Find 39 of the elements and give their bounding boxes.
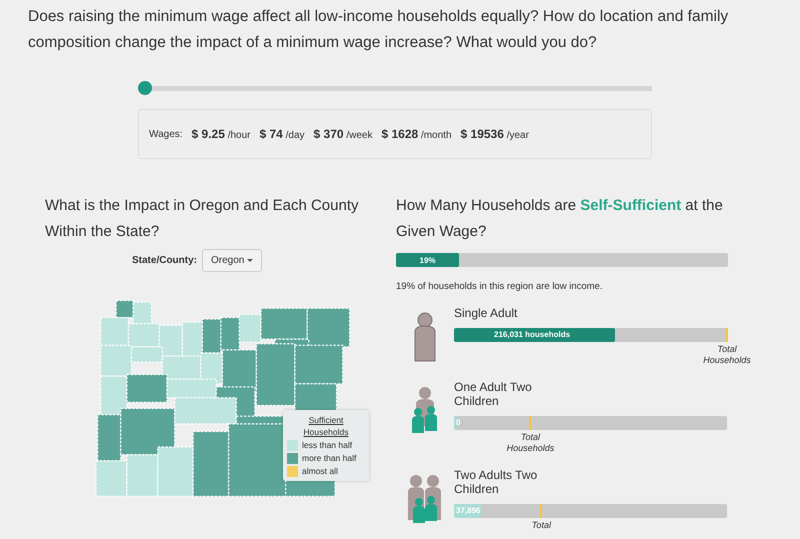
total-label: Households: [506, 443, 554, 454]
total-label: Total: [717, 344, 737, 355]
legend-label: almost all: [302, 466, 338, 477]
wage-unit: /month: [420, 130, 452, 141]
wage-amount: $ 370: [314, 127, 344, 141]
households-heading: How Many Households are Self-Sufficient at the Given Wage?: [396, 196, 724, 242]
bar-label: 216,031 households: [494, 329, 570, 341]
legend-title: Sufficient: [308, 414, 344, 426]
selector-label: State/County:: [132, 255, 197, 266]
wage-unit: /day: [286, 130, 305, 141]
wage-amount: $ 19536: [460, 127, 504, 141]
family-icon: [411, 386, 439, 434]
household-type: One Adult Two Children: [454, 380, 533, 408]
bar-label: 0: [456, 417, 460, 429]
caret-icon: [247, 258, 254, 262]
wage-amount: $ 74: [259, 127, 283, 141]
household-type: Two Adults Two Children: [454, 468, 538, 496]
total-label: Total: [532, 520, 551, 531]
total-label: Households: [703, 355, 751, 366]
state-county-dropdown[interactable]: Oregon: [202, 249, 262, 272]
wage-unit: /week: [346, 130, 372, 141]
legend-label: less than half: [302, 440, 352, 451]
slider-thumb[interactable]: [138, 81, 152, 95]
total-label: Total: [520, 432, 540, 443]
wage-unit: /year: [506, 130, 529, 141]
adult-icon: [412, 312, 438, 362]
wage-unit: /hour: [228, 130, 250, 141]
wage-amount: $ 9.25: [192, 127, 225, 141]
low-income-note: 19% of households in this region are low income.: [396, 281, 604, 292]
wage-amount: $ 1628: [381, 127, 418, 141]
bar-label: 19%: [420, 256, 436, 264]
bar-label: 37,896: [456, 505, 480, 517]
legend-title: Households: [304, 426, 348, 438]
family-icon: [407, 474, 443, 524]
household-type: Single Adult: [454, 306, 518, 320]
legend-label: more than half: [302, 453, 356, 464]
wages-label: Wages:: [149, 128, 183, 140]
intro-paragraph: Does raising the minimum wage affect all low-income households equally? How do location and family composition change the impact of a minimum wage increase? What would you do?: [28, 7, 730, 53]
map-heading: What is the Impact in Oregon and Each County Within the State?: [45, 196, 360, 242]
